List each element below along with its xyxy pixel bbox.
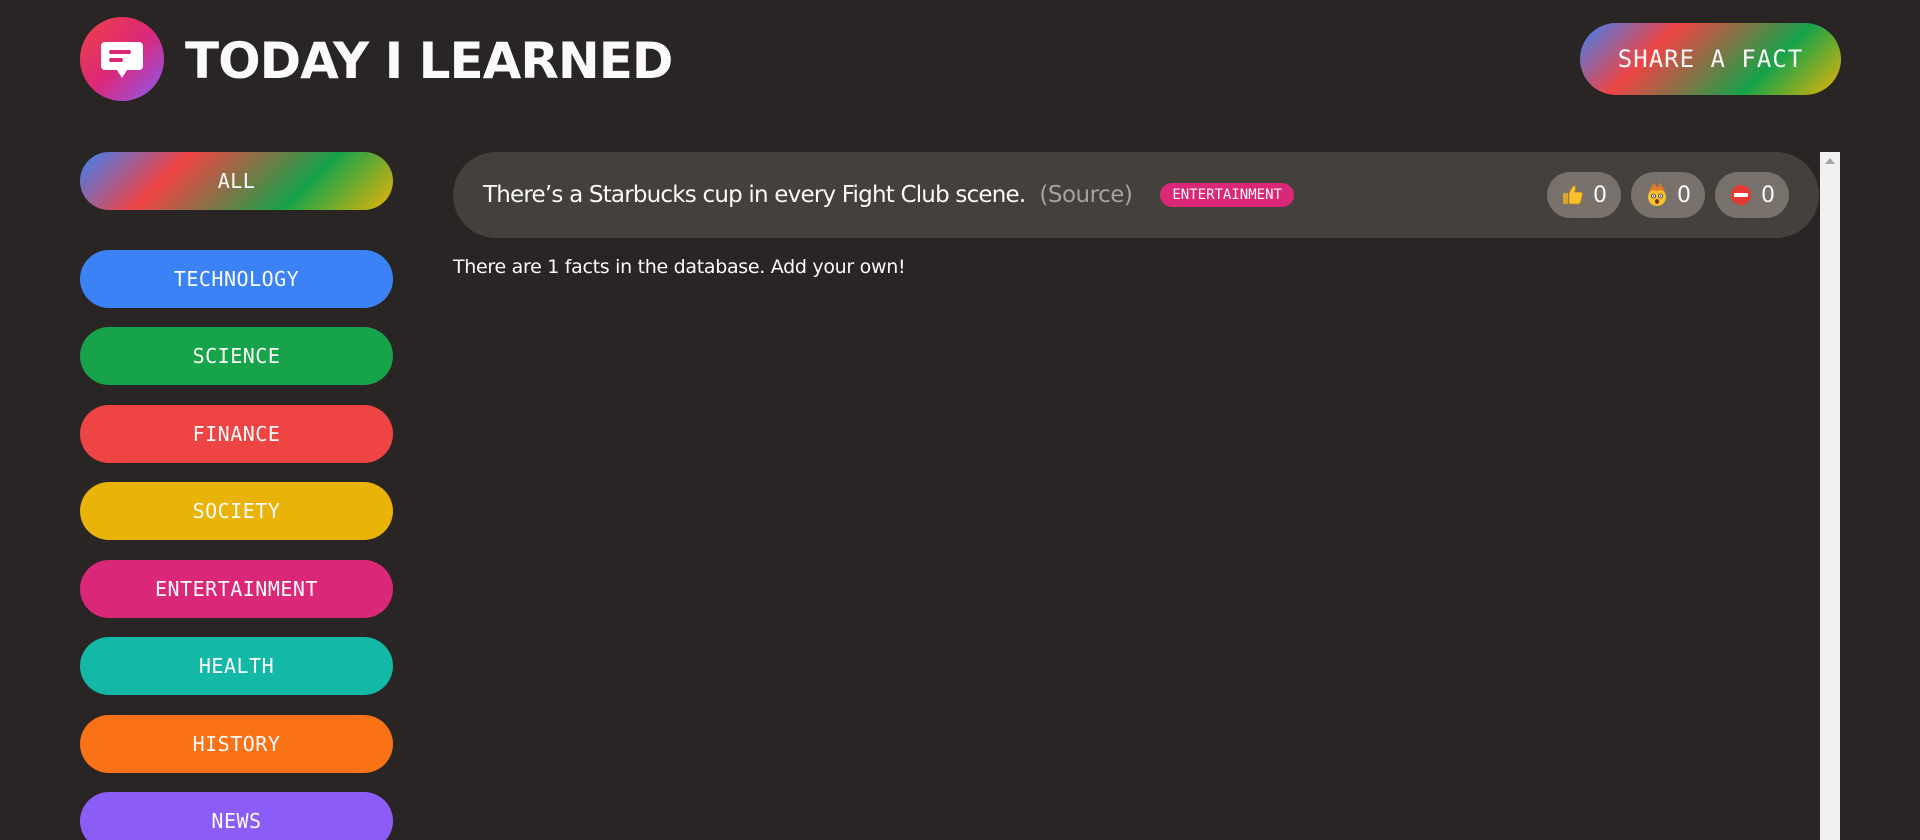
fact-card: There’s a Starbucks cup in every Fight C… [453,152,1819,238]
app-page: TODAY I LEARNED SHARE A FACT ALL TECHNOL… [0,0,1920,840]
vote-false-count: 0 [1761,182,1775,208]
logo-icon [80,17,164,101]
mind-blown-icon [1645,182,1669,207]
category-health-button[interactable]: HEALTH [80,637,393,695]
share-fact-button[interactable]: SHARE A FACT [1580,23,1841,95]
category-entertainment-button[interactable]: ENTERTAINMENT [80,560,393,618]
vote-mindblowing-count: 0 [1677,182,1691,208]
no-entry-icon [1729,183,1753,207]
vote-mindblowing-button[interactable]: 0 [1631,172,1705,218]
vertical-scrollbar[interactable] [1820,152,1840,840]
facts-count-note: There are 1 facts in the database. Add y… [453,256,906,278]
fact-text: There’s a Starbucks cup in every Fight C… [483,182,1026,208]
category-technology-button[interactable]: TECHNOLOGY [80,250,393,308]
vote-buttons: 0 0 0 [1547,172,1789,218]
category-society-button[interactable]: SOCIETY [80,482,393,540]
category-all-button[interactable]: ALL [80,152,393,210]
vote-interesting-button[interactable]: 0 [1547,172,1621,218]
fact-source-link[interactable]: (Source) [1039,182,1132,208]
category-finance-button[interactable]: FINANCE [80,405,393,463]
app-title: TODAY I LEARNED [185,32,673,90]
category-history-button[interactable]: HISTORY [80,715,393,773]
scroll-up-arrow-icon[interactable] [1825,158,1835,164]
category-news-button[interactable]: NEWS [80,792,393,840]
thumbs-up-icon [1561,183,1585,207]
vote-false-button[interactable]: 0 [1715,172,1789,218]
vote-interesting-count: 0 [1593,182,1607,208]
category-science-button[interactable]: SCIENCE [80,327,393,385]
fact-category-tag: ENTERTAINMENT [1160,183,1294,207]
